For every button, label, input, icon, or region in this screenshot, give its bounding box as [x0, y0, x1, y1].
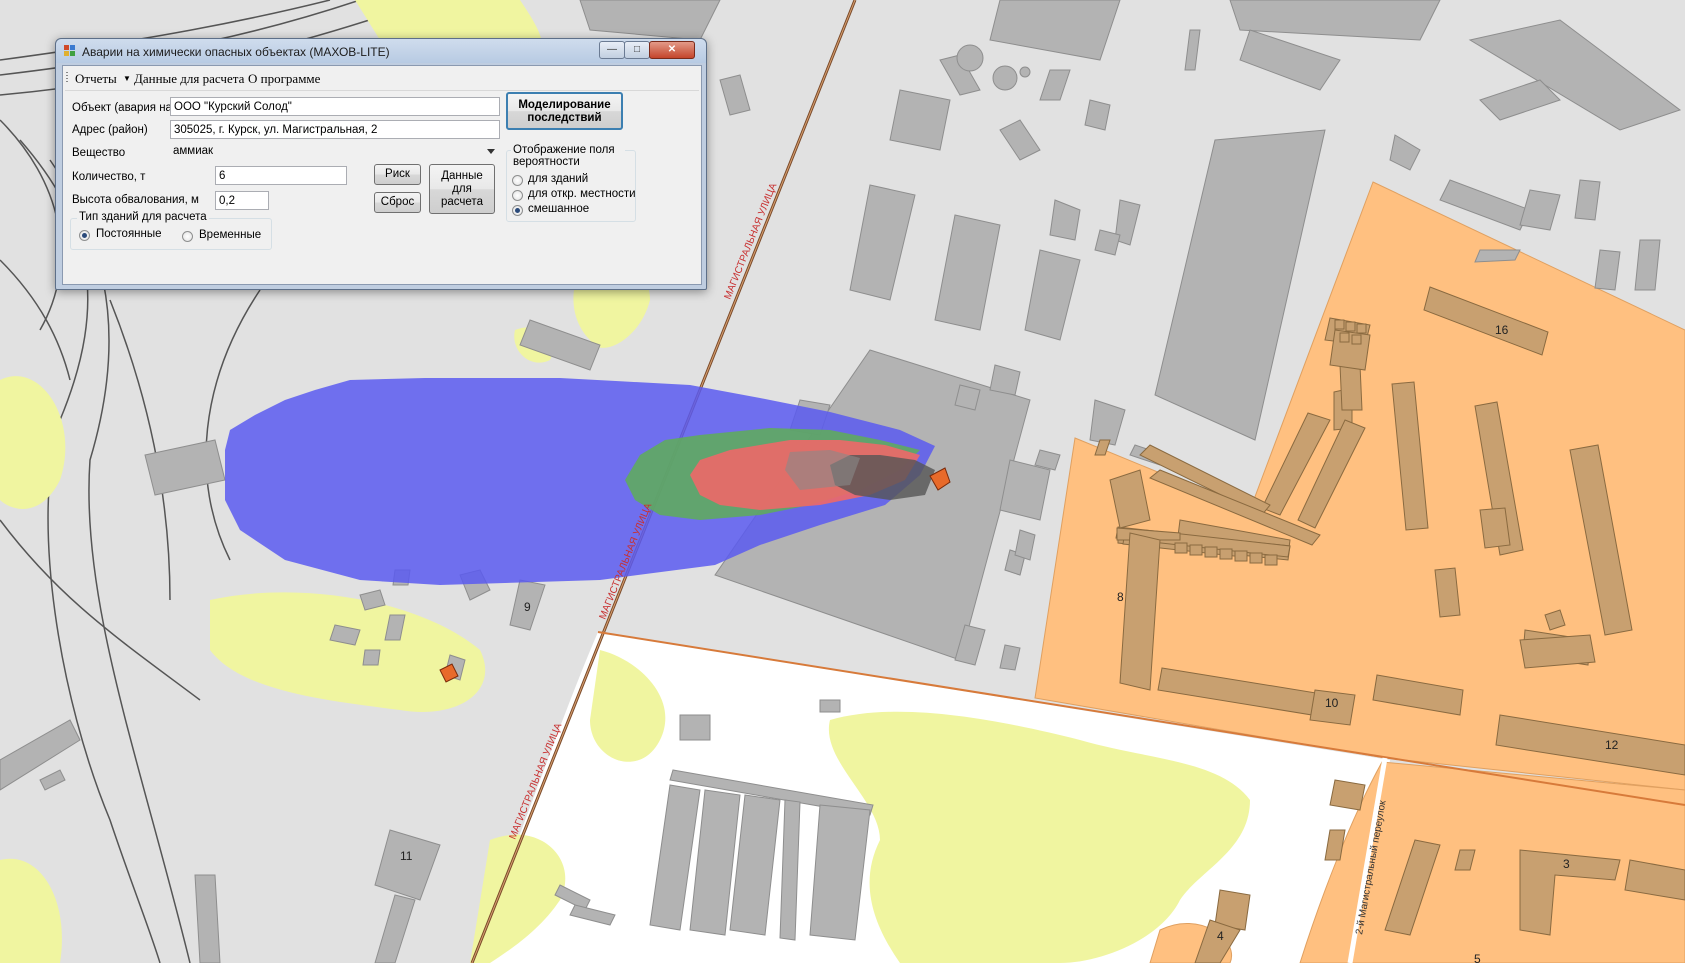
menu-grip-icon: [66, 72, 68, 84]
menu-calc-data[interactable]: Данные для расчета: [134, 71, 244, 87]
radio-temporary-label[interactable]: Временные: [199, 229, 261, 241]
reset-button[interactable]: Сброс: [374, 192, 421, 213]
embankment-label: Высота обвалования, м: [72, 194, 199, 206]
quantity-field[interactable]: 6: [215, 166, 347, 185]
radio-mixed[interactable]: [512, 205, 523, 216]
radio-permanent[interactable]: [79, 230, 90, 241]
embankment-field[interactable]: 0,2: [215, 191, 269, 210]
radio-open-area-label[interactable]: для откр. местности: [528, 188, 636, 200]
menu-about[interactable]: О программе: [248, 71, 320, 87]
radio-mixed-label[interactable]: смешанное: [528, 203, 589, 215]
menu-reports-label: Отчеты: [75, 71, 117, 86]
house-number: 5: [1474, 952, 1481, 963]
house-number: 4: [1217, 929, 1224, 943]
display-mode-title: Отображение поля вероятности: [511, 144, 625, 168]
menu-reports[interactable]: Отчеты ▼: [75, 71, 131, 87]
substance-value: аммиак: [173, 145, 214, 157]
house-number: 9: [524, 600, 531, 614]
building-type-title: Тип зданий для расчета: [77, 211, 209, 223]
house-number: 16: [1495, 323, 1509, 337]
radio-buildings-label[interactable]: для зданий: [528, 173, 588, 185]
calc-data-button[interactable]: Данные для расчета: [429, 164, 495, 214]
house-number: 10: [1325, 696, 1339, 710]
radio-temporary[interactable]: [182, 231, 193, 242]
house-number: 8: [1117, 590, 1124, 604]
substance-select[interactable]: аммиак: [170, 142, 500, 161]
app-icon: [64, 45, 76, 57]
app-window: Аварии на химически опасных объектах (МА…: [55, 38, 707, 290]
close-button[interactable]: ✕: [649, 41, 695, 59]
quantity-label: Количество, т: [72, 171, 146, 183]
object-field[interactable]: ООО "Курский Солод": [170, 97, 500, 116]
title-bar[interactable]: Аварии на химически опасных объектах (МА…: [56, 39, 706, 63]
radio-permanent-label[interactable]: Постоянные: [96, 228, 162, 240]
minimize-button[interactable]: —: [599, 41, 625, 59]
radio-buildings[interactable]: [512, 175, 523, 186]
house-number: 3: [1563, 857, 1570, 871]
menu-divider: [65, 90, 699, 91]
zone-grey-overlay: [785, 450, 860, 490]
model-consequences-button[interactable]: Моделирование последствий: [506, 92, 623, 130]
maximize-button[interactable]: □: [624, 41, 650, 59]
chevron-down-icon: ▼: [123, 74, 131, 83]
house-number: 11: [400, 849, 413, 863]
risk-button[interactable]: Риск: [374, 164, 421, 185]
window-client: Отчеты ▼ Данные для расчета О программе …: [62, 65, 702, 285]
window-title: Аварии на химически опасных объектах (МА…: [82, 45, 390, 59]
address-field[interactable]: 305025, г. Курск, ул. Магистральная, 2: [170, 120, 500, 139]
dropdown-arrow-icon: [487, 149, 495, 154]
display-mode-group: Отображение поля вероятности для зданий …: [506, 144, 636, 222]
radio-open-area[interactable]: [512, 190, 523, 201]
object-label: Объект (авария на): [72, 102, 176, 114]
substance-label: Вещество: [72, 147, 126, 159]
house-number: 12: [1605, 738, 1619, 752]
address-label: Адрес (район): [72, 124, 148, 136]
building-type-group: Тип зданий для расчета Постоянные Времен…: [70, 211, 272, 250]
menu-bar: Отчеты ▼ Данные для расчета О программе: [63, 66, 701, 88]
